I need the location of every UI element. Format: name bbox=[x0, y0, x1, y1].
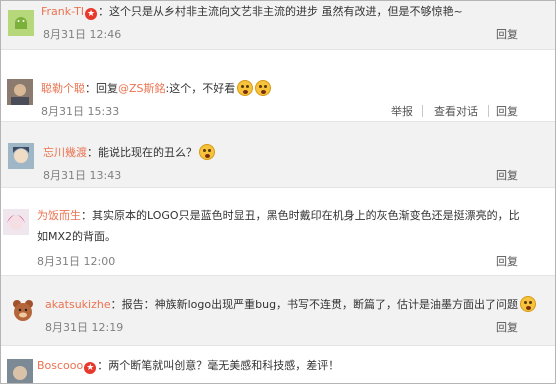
comment-text: ：其实原本的LOGO只是蓝色时显丑，黑色时戴印在机身上的灰色渐变色还是挺漂亮的，… bbox=[81, 209, 520, 222]
comment-item: akatsukizhe：报告：神族新logo出现严重bug，书写不连贯，断篇了，… bbox=[1, 275, 555, 345]
comment-body: 为饭而生：其实原本的LOGO只是蓝色时显丑，黑色时戴印在机身上的灰色渐变色还是挺… bbox=[37, 208, 520, 223]
reply-button[interactable]: 回复 bbox=[496, 103, 518, 119]
shocked-face-icon bbox=[255, 80, 272, 96]
avatar[interactable] bbox=[10, 297, 36, 323]
avatar[interactable] bbox=[3, 209, 29, 235]
comment-item: 聪勒个聪：回复@ZS斯銘:这个，不好看 8月31日 15:33 举报 查看对话 … bbox=[1, 49, 555, 121]
anime-avatar-icon bbox=[8, 143, 34, 169]
comment-body: Frank-TI ★ ：这个只是从乡村非主流向文艺非主流的进步 虽然有改进，但是不够… bbox=[41, 4, 463, 20]
comment-item: Boscooo ★ ：两个断笔就叫创意？毫无美感和科技感，差评！ bbox=[1, 345, 555, 383]
username-link[interactable]: Frank-TI bbox=[41, 5, 84, 18]
comment-item: 忘川幾渡：能说比现在的丑么？ 8月31日 13:43 回复 bbox=[1, 121, 555, 187]
shocked-face-icon bbox=[237, 80, 254, 96]
mention-link[interactable]: @ZS斯銘 bbox=[118, 82, 166, 95]
comment-text: :这个，不好看 bbox=[165, 82, 236, 95]
user-photo-avatar-icon bbox=[7, 79, 33, 105]
view-conversation-button[interactable]: 查看对话 bbox=[434, 103, 478, 119]
avatar[interactable] bbox=[8, 10, 34, 36]
reply-prefix: ：回复 bbox=[85, 82, 118, 95]
comment-body: 聪勒个聪：回复@ZS斯銘:这个，不好看 bbox=[41, 80, 272, 96]
sleepy-face-icon bbox=[199, 144, 215, 160]
timestamp: 8月31日 12:00 bbox=[37, 255, 116, 268]
comment-text: ：两个断笔就叫创意？毫无美感和科技感，差评！ bbox=[97, 359, 340, 372]
reply-button[interactable]: 回复 bbox=[496, 167, 518, 183]
avatar[interactable] bbox=[7, 359, 33, 383]
username-link[interactable]: 聪勒个聪 bbox=[41, 82, 85, 95]
username-link[interactable]: akatsukizhe bbox=[45, 298, 111, 311]
vip-badge-icon[interactable]: ★ bbox=[85, 8, 98, 20]
comment-text: ：这个只是从乡村非主流向文艺非主流的进步 虽然有改进，但是不够惊艳~ bbox=[98, 5, 463, 18]
timestamp: 8月31日 15:33 bbox=[41, 105, 120, 118]
android-avatar-icon bbox=[8, 10, 34, 36]
comment-body: Boscooo ★ ：两个断笔就叫创意？毫无美感和科技感，差评！ bbox=[37, 358, 339, 374]
bear-avatar-icon bbox=[10, 297, 36, 323]
anime-avatar-icon bbox=[3, 209, 29, 235]
comment-text-continued: 如MX2的背面。 bbox=[37, 230, 117, 243]
user-photo-avatar-icon bbox=[7, 359, 33, 383]
username-link[interactable]: Boscooo bbox=[37, 359, 83, 372]
reply-button[interactable]: 回复 bbox=[496, 253, 518, 269]
avatar[interactable] bbox=[8, 143, 34, 169]
timestamp: 8月31日 12:19 bbox=[45, 321, 124, 334]
comment-text: ：能说比现在的丑么？ bbox=[87, 146, 197, 159]
comment-item: 为饭而生：其实原本的LOGO只是蓝色时显丑，黑色时戴印在机身上的灰色渐变色还是挺… bbox=[1, 187, 555, 275]
timestamp: 8月31日 12:46 bbox=[43, 28, 122, 41]
comment-body: 忘川幾渡：能说比现在的丑么？ bbox=[43, 144, 215, 160]
reply-button[interactable]: 回复 bbox=[496, 26, 518, 42]
smug-face-icon bbox=[520, 296, 537, 312]
username-link[interactable]: 为饭而生 bbox=[37, 209, 81, 222]
username-link[interactable]: 忘川幾渡 bbox=[43, 146, 87, 159]
comment-body: akatsukizhe：报告：神族新logo出现严重bug，书写不连贯，断篇了，… bbox=[45, 296, 537, 312]
comment-item: Frank-TI ★ ：这个只是从乡村非主流向文艺非主流的进步 虽然有改进，但是不够… bbox=[1, 1, 555, 55]
avatar[interactable] bbox=[7, 79, 33, 105]
timestamp: 8月31日 13:43 bbox=[43, 169, 122, 182]
report-button[interactable]: 举报 bbox=[391, 103, 413, 119]
reply-button[interactable]: 回复 bbox=[496, 319, 518, 335]
vip-badge-icon[interactable]: ★ bbox=[84, 362, 97, 374]
comment-text: ：报告：神族新logo出现严重bug，书写不连贯，断篇了，估计是油墨方面出了问题 bbox=[110, 298, 519, 311]
comment-feed: Frank-TI ★ ：这个只是从乡村非主流向文艺非主流的进步 虽然有改进，但是不够… bbox=[0, 0, 556, 384]
